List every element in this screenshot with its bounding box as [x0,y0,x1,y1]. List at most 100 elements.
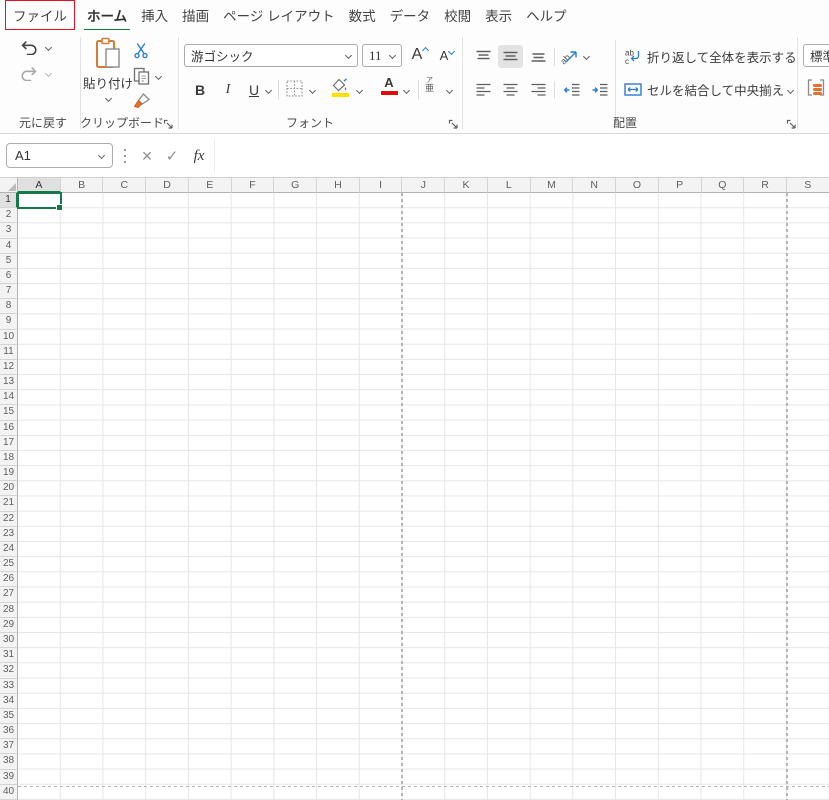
align-right-button[interactable] [526,78,551,101]
column-header-N[interactable]: N [573,178,616,193]
row-header-31[interactable]: 31 [0,648,18,663]
undo-dropdown-chevron[interactable] [45,44,52,51]
copy-button[interactable] [133,67,150,85]
row-header-12[interactable]: 12 [0,360,18,375]
phonetic-dropdown-chevron[interactable] [446,87,453,94]
fill-color-button[interactable] [330,78,350,97]
font-color-dropdown-chevron[interactable] [403,87,410,94]
column-header-C[interactable]: C [103,178,146,193]
column-header-L[interactable]: L [488,178,531,193]
column-header-D[interactable]: D [146,178,189,193]
font-size-combo[interactable]: 11 [362,44,402,67]
wrap-text-button[interactable]: ab c 折り返して全体を表示する [624,47,797,66]
cells-area[interactable] [18,193,829,800]
column-header-O[interactable]: O [616,178,659,193]
insert-function-button[interactable]: fx [188,134,210,178]
row-header-1[interactable]: 1 [0,193,18,208]
number-format-combo[interactable]: 標準 [803,44,829,67]
redo-dropdown-chevron[interactable] [45,70,52,77]
row-header-40[interactable]: 40 [0,785,18,800]
tab-view[interactable]: 表示 [478,1,519,29]
merge-center-button[interactable]: セルを結合して中央揃え [624,80,784,99]
orientation-button[interactable]: ab [559,44,581,68]
tab-insert[interactable]: 挿入 [134,1,175,29]
clipboard-dialog-launcher[interactable] [163,117,175,129]
name-box[interactable]: A1 [6,143,113,168]
column-header-Q[interactable]: Q [702,178,745,193]
column-header-M[interactable]: M [531,178,574,193]
column-header-K[interactable]: K [445,178,488,193]
row-header-13[interactable]: 13 [0,375,18,390]
row-header-38[interactable]: 38 [0,754,18,769]
undo-button[interactable] [20,40,38,55]
paste-dropdown-chevron[interactable] [104,95,111,102]
tab-data[interactable]: データ [383,1,438,29]
underline-dropdown-chevron[interactable] [265,87,272,94]
column-header-H[interactable]: H [317,178,360,193]
decrease-indent-button[interactable] [559,78,584,101]
row-header-19[interactable]: 19 [0,466,18,481]
row-header-18[interactable]: 18 [0,451,18,466]
row-header-5[interactable]: 5 [0,254,18,269]
borders-button[interactable] [286,80,303,97]
tab-page-layout[interactable]: ページ レイアウト [216,1,341,29]
align-middle-button[interactable] [498,45,523,68]
tab-help[interactable]: ヘルプ [519,1,574,29]
font-name-combo[interactable]: 游ゴシック [184,44,358,67]
shrink-font-button[interactable]: A [435,43,459,67]
increase-indent-button[interactable] [587,78,612,101]
tab-formulas[interactable]: 数式 [342,1,383,29]
row-header-36[interactable]: 36 [0,724,18,739]
row-header-9[interactable]: 9 [0,314,18,329]
row-header-8[interactable]: 8 [0,299,18,314]
grow-font-button[interactable]: A [408,43,432,67]
underline-button[interactable]: U [244,79,264,101]
row-header-2[interactable]: 2 [0,208,18,223]
accounting-format-button[interactable] [806,78,828,97]
column-header-G[interactable]: G [274,178,317,193]
column-header-I[interactable]: I [360,178,403,193]
row-header-20[interactable]: 20 [0,481,18,496]
row-header-27[interactable]: 27 [0,587,18,602]
row-header-4[interactable]: 4 [0,239,18,254]
row-header-7[interactable]: 7 [0,284,18,299]
row-header-34[interactable]: 34 [0,694,18,709]
row-header-35[interactable]: 35 [0,709,18,724]
column-header-F[interactable]: F [232,178,275,193]
tab-home[interactable]: ホーム [80,1,134,29]
orientation-dropdown-chevron[interactable] [583,53,590,60]
row-header-14[interactable]: 14 [0,390,18,405]
row-header-37[interactable]: 37 [0,739,18,754]
row-header-26[interactable]: 26 [0,572,18,587]
row-header-3[interactable]: 3 [0,223,18,238]
enter-button[interactable]: ✓ [161,134,183,178]
row-header-30[interactable]: 30 [0,633,18,648]
font-color-button[interactable]: A [379,76,399,95]
font-name-chevron[interactable] [345,52,352,59]
merge-center-dropdown-chevron[interactable] [787,87,794,94]
row-header-21[interactable]: 21 [0,496,18,511]
column-header-S[interactable]: S [787,178,829,193]
tab-review[interactable]: 校閲 [437,1,478,29]
align-left-button[interactable] [471,78,496,101]
align-center-button[interactable] [498,78,523,101]
tab-draw[interactable]: 描画 [175,1,216,29]
row-header-25[interactable]: 25 [0,557,18,572]
formula-bar-drag-handle[interactable] [120,134,130,178]
copy-dropdown-chevron[interactable] [155,73,162,80]
row-header-32[interactable]: 32 [0,663,18,678]
phonetic-guide-button[interactable]: ア 亜 [425,77,434,93]
column-header-B[interactable]: B [61,178,104,193]
format-painter-button[interactable] [133,92,151,110]
cancel-button[interactable]: × [136,134,158,178]
tab-file[interactable]: ファイル [5,0,75,30]
row-header-28[interactable]: 28 [0,603,18,618]
row-header-10[interactable]: 10 [0,330,18,345]
row-header-17[interactable]: 17 [0,436,18,451]
paste-button[interactable]: 貼り付け [84,37,132,101]
cut-button[interactable] [133,42,149,59]
name-box-chevron[interactable] [98,152,105,159]
italic-button[interactable]: I [218,79,238,101]
fill-color-dropdown-chevron[interactable] [356,87,363,94]
row-header-15[interactable]: 15 [0,405,18,420]
